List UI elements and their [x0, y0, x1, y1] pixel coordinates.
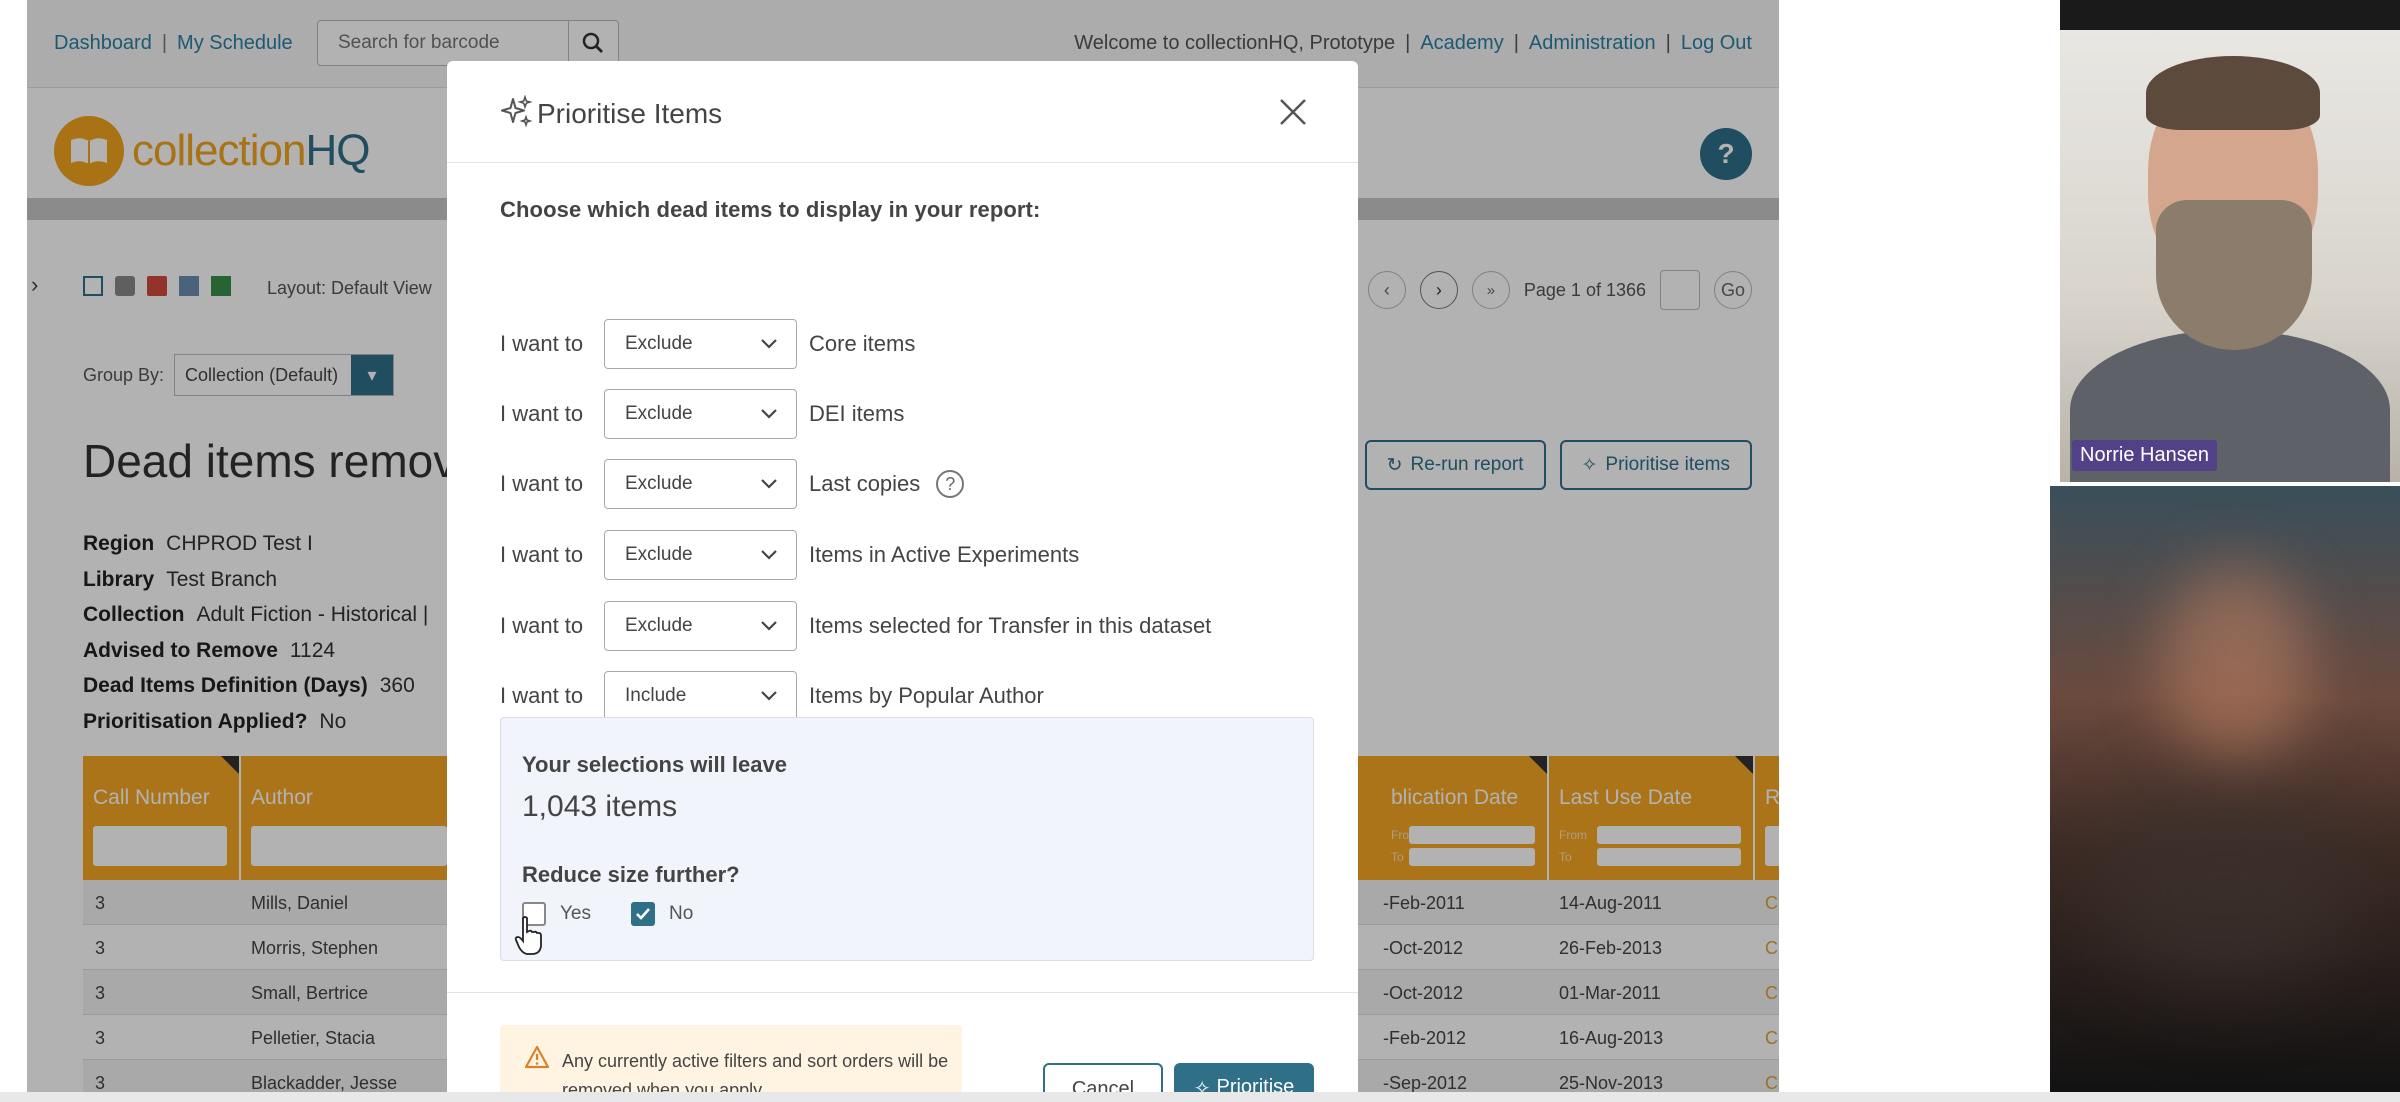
summary-label: Your selections will leave [522, 752, 787, 777]
participant-video[interactable]: Norrie Hansen [2060, 0, 2400, 482]
left-margin [0, 0, 27, 1092]
reduce-size-label: Reduce size further? [522, 862, 740, 887]
prioritise-button[interactable]: ✧ Prioritise [1174, 1063, 1314, 1092]
transfer-items-select[interactable]: Exclude [604, 601, 797, 651]
participant-hair [2146, 56, 2320, 130]
select-value: Exclude [625, 403, 693, 424]
close-icon[interactable] [1278, 97, 1308, 127]
screen: Dashboard | My Schedule Welcome to colle… [0, 0, 2400, 1102]
chevron-down-icon [761, 550, 777, 560]
choice-row-transfer-items: I want to Exclude Items selected for Tra… [500, 601, 1211, 651]
chevron-down-icon [761, 339, 777, 349]
checkmark-icon [636, 908, 650, 920]
select-value: Exclude [625, 473, 693, 494]
dialog-header: Prioritise Items [447, 61, 1358, 163]
sparkle-icon [501, 95, 533, 128]
warning-banner: Any currently active filters and sort or… [500, 1025, 962, 1092]
choice-row-popular-author: I want to Include Items by Popular Autho… [500, 671, 1044, 721]
blurred-video-tile[interactable] [2050, 486, 2400, 1092]
i-want-to-label: I want to [500, 683, 584, 708]
help-circle-icon[interactable]: ? [936, 470, 965, 498]
choice-row-core-items: I want to Exclude Core items [500, 319, 915, 369]
chevron-down-icon [761, 691, 777, 701]
prioritise-items-dialog: Prioritise Items Choose which dead items… [447, 61, 1358, 1092]
core-items-label: Core items [809, 331, 916, 356]
core-items-select[interactable]: Exclude [604, 319, 797, 369]
cancel-button[interactable]: Cancel [1043, 1063, 1163, 1092]
last-copies-label: Last copies [809, 471, 921, 496]
choice-row-active-experiments: I want to Exclude Items in Active Experi… [500, 530, 1079, 580]
choice-row-last-copies: I want to Exclude Last copies ? [500, 459, 965, 509]
warning-icon [524, 1045, 550, 1069]
blur-shape [2160, 566, 2310, 766]
i-want-to-label: I want to [500, 401, 584, 426]
i-want-to-label: I want to [500, 331, 584, 356]
footer-divider [447, 992, 1358, 993]
yes-label: Yes [560, 903, 591, 924]
participant-beard [2156, 200, 2312, 350]
i-want-to-label: I want to [500, 471, 584, 496]
warning-text: Any currently active filters and sort or… [562, 1051, 949, 1092]
i-want-to-label: I want to [500, 613, 584, 638]
hand-cursor-icon [514, 916, 542, 955]
dialog-intro: Choose which dead items to display in yo… [500, 197, 1041, 222]
select-value: Exclude [625, 615, 693, 636]
last-copies-select[interactable]: Exclude [604, 459, 797, 509]
dialog-body: Choose which dead items to display in yo… [500, 197, 1314, 721]
participant-name-tag: Norrie Hansen [2072, 440, 2217, 471]
chevron-down-icon [761, 479, 777, 489]
reduce-size-options: Yes No [522, 902, 693, 926]
summary-count: 1,043 items [522, 790, 678, 823]
blur-shape [2090, 786, 2360, 986]
dei-items-label: DEI items [809, 401, 905, 426]
selection-summary: Your selections will leave 1,043 items R… [500, 717, 1314, 961]
choice-row-dei-items: I want to Exclude DEI items [500, 389, 904, 439]
transfer-items-label: Items selected for Transfer in this data… [809, 613, 1212, 638]
prioritise-button-label: Prioritise [1216, 1076, 1295, 1092]
chevron-down-icon [761, 409, 777, 419]
active-experiments-label: Items in Active Experiments [809, 542, 1080, 567]
no-label: No [669, 903, 694, 924]
sparkle-icon: ✧ [1193, 1078, 1211, 1092]
chevron-down-icon [761, 621, 777, 631]
dei-items-select[interactable]: Exclude [604, 389, 797, 439]
reduce-no-checkbox[interactable] [631, 902, 655, 926]
active-experiments-select[interactable]: Exclude [604, 530, 797, 580]
select-value: Include [625, 685, 687, 706]
select-value: Exclude [625, 544, 693, 565]
popular-author-label: Items by Popular Author [809, 683, 1044, 708]
bottom-edge [0, 1092, 2400, 1102]
popular-author-select[interactable]: Include [604, 671, 797, 721]
i-want-to-label: I want to [500, 542, 584, 567]
dialog-title: Prioritise Items [537, 98, 723, 129]
select-value: Exclude [625, 333, 693, 354]
